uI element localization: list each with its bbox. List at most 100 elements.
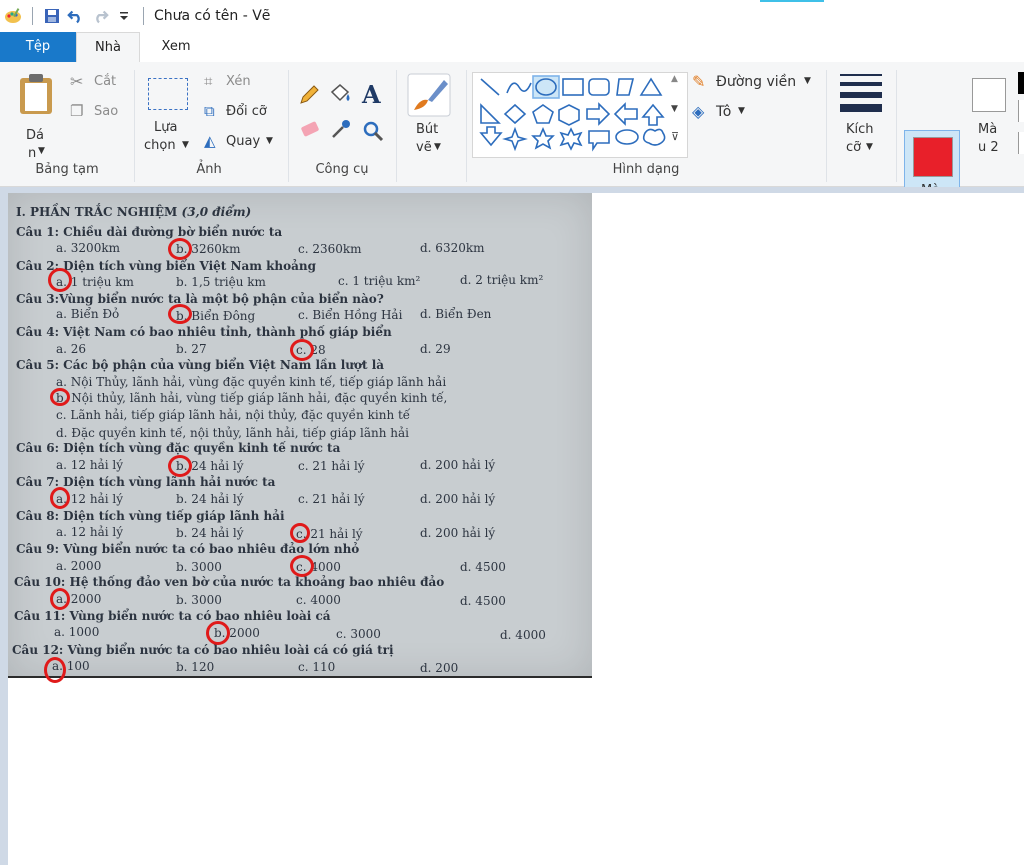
answer-circle-q5: [50, 388, 70, 406]
chevron-down-icon: ▼: [38, 146, 45, 156]
chevron-down-icon: ▼: [671, 104, 678, 114]
size-label-2: cỡ: [846, 140, 862, 155]
qa-separator-2: [143, 7, 144, 25]
palette-black-swatch[interactable]: [1018, 72, 1024, 94]
size-button[interactable]: Kích cỡ ▼: [834, 70, 888, 160]
copy-label: Sao: [94, 104, 119, 119]
q5-c: c. Lãnh hải, tiếp giáp lãnh hải, nội thủ…: [56, 408, 411, 422]
text-tool-icon[interactable]: A: [362, 80, 381, 109]
eraser-icon[interactable]: [298, 120, 322, 144]
rotate-label: Quay: [226, 134, 261, 149]
redo-icon[interactable]: [91, 7, 109, 25]
q12-text: Câu 12: Vùng biển nước ta có bao nhiêu l…: [12, 643, 394, 657]
quick-access-toolbar: [0, 7, 148, 25]
doc-heading-text: I. PHẦN TRẮC NGHIỆM: [16, 205, 178, 219]
answer-circle-q7: [50, 487, 70, 509]
chevron-down-icon: ▼: [738, 106, 745, 116]
select-label-2: chọn: [144, 138, 176, 153]
clipboard-group-label: Bảng tạm: [35, 162, 99, 177]
customize-dropdown-icon[interactable]: [115, 7, 133, 25]
fill-button[interactable]: ◈ Tô ▼: [692, 102, 762, 126]
shapes-group-label: Hình dạng: [612, 162, 680, 177]
q1-text: Câu 1: Chiều dài đường bờ biển nước ta: [16, 225, 283, 239]
color-picker-icon[interactable]: [330, 118, 352, 144]
answer-circle-q8: [290, 523, 310, 543]
shapes-scroll[interactable]: ▲ ▼ ⊽: [668, 74, 684, 154]
q6-text: Câu 6: Diện tích vùng đặc quyền kinh tế …: [16, 441, 341, 455]
outline-button[interactable]: ✎ Đường viền ▼: [692, 72, 820, 96]
tab-home[interactable]: Nhà: [76, 32, 140, 62]
copy-icon: ❐: [70, 102, 84, 120]
q3-text: Câu 3:Vùng biển nước ta là một bộ phận c…: [16, 292, 384, 306]
q11-a: a. 1000: [54, 625, 100, 639]
palette-gray-swatch[interactable]: [1018, 100, 1024, 122]
palette-white-swatch[interactable]: [1018, 132, 1024, 154]
brushes-label-2: vẽ: [416, 140, 432, 155]
q3-d: d. Biển Đen: [420, 307, 492, 321]
tab-view[interactable]: Xem: [146, 32, 206, 62]
shapes-gallery[interactable]: [472, 72, 688, 158]
fill-icon: ◈: [692, 102, 705, 121]
tools-group-label: Công cụ: [315, 162, 369, 177]
q1-a: a. 3200km: [56, 241, 120, 255]
color-2-button[interactable]: Mà u 2: [964, 72, 1012, 158]
q5-b: b. Nội thủy, lãnh hải, vùng tiếp giáp lã…: [56, 391, 448, 405]
q4-d: d. 29: [420, 342, 451, 356]
q1-d: d. 6320km: [420, 241, 485, 255]
select-button[interactable]: Lựa chọn ▼: [142, 70, 194, 160]
color-2-label: Mà: [978, 122, 998, 137]
doc-heading-points: (3,0 điểm): [181, 205, 252, 219]
group-separator: [896, 70, 897, 182]
paint-app-icon[interactable]: [4, 7, 22, 25]
q9-text: Câu 9: Vùng biển nước ta có bao nhiêu đả…: [16, 542, 360, 556]
resize-label: Đổi cỡ: [226, 104, 267, 119]
paste-button[interactable]: Dá n ▼: [14, 70, 58, 161]
q5-d: d. Đặc quyền kinh tế, nội thủy, lãnh hải…: [56, 426, 410, 440]
crop-label: Xén: [226, 74, 251, 89]
answer-circle-q4: [290, 339, 314, 361]
cut-label: Cắt: [94, 74, 117, 89]
answer-circle-q3: [168, 304, 192, 324]
copy-button[interactable]: ❐ Sao: [68, 102, 128, 124]
save-icon[interactable]: [43, 7, 61, 25]
group-separator: [288, 70, 289, 182]
tab-file[interactable]: Tệp: [0, 32, 76, 62]
group-separator: [396, 70, 397, 182]
chevron-down-icon: ▼: [266, 136, 273, 146]
q8-text: Câu 8: Diện tích vùng tiếp giáp lãnh hải: [16, 509, 285, 523]
answer-circle-q6: [168, 455, 192, 477]
crop-button[interactable]: ⌗ Xén: [202, 72, 272, 94]
q7-c: c. 21 hải lý: [298, 492, 365, 506]
cut-button[interactable]: ✂ Cắt: [68, 72, 128, 94]
expand-icon: ⊽: [671, 130, 680, 143]
shapes-icons: [479, 75, 666, 152]
q4-text: Câu 4: Việt Nam có bao nhiêu tỉnh, thành…: [16, 325, 392, 339]
chevron-up-icon: ▲: [671, 74, 678, 84]
group-separator: [826, 70, 827, 182]
q8-d: d. 200 hải lý: [420, 526, 496, 540]
q1-c: c. 2360km: [298, 242, 362, 256]
magnifier-icon[interactable]: [362, 120, 384, 146]
doc-heading: I. PHẦN TRẮC NGHIỆM (3,0 điểm): [16, 205, 251, 219]
brushes-button[interactable]: Bút vẽ ▼: [402, 70, 458, 160]
color-1-swatch: [913, 137, 953, 177]
size-label: Kích: [846, 122, 874, 137]
q12-b: b. 120: [176, 660, 215, 674]
q2-c: c. 1 triệu km²: [338, 274, 421, 288]
pencil-icon[interactable]: [298, 84, 320, 110]
q11-d: d. 4000: [500, 628, 546, 642]
image-group-label: Ảnh: [196, 162, 222, 177]
rotate-button[interactable]: ◭ Quay ▼: [202, 132, 282, 154]
answer-circle-q1: [168, 238, 192, 260]
q3-a: a. Biển Đỏ: [56, 307, 120, 321]
q5-text: Câu 5: Các bộ phận của vùng biển Việt Na…: [16, 358, 385, 372]
fill-bucket-icon[interactable]: [328, 82, 352, 110]
group-separator: [466, 70, 467, 182]
resize-button[interactable]: ⧉ Đổi cỡ: [202, 102, 282, 124]
q10-d: d. 4500: [460, 594, 506, 608]
q10-c: c. 4000: [296, 593, 341, 607]
selection-rect-icon: [148, 78, 188, 110]
paste-label-2: n: [28, 146, 37, 161]
q9-a: a. 2000: [56, 559, 102, 573]
undo-icon[interactable]: [67, 7, 85, 25]
